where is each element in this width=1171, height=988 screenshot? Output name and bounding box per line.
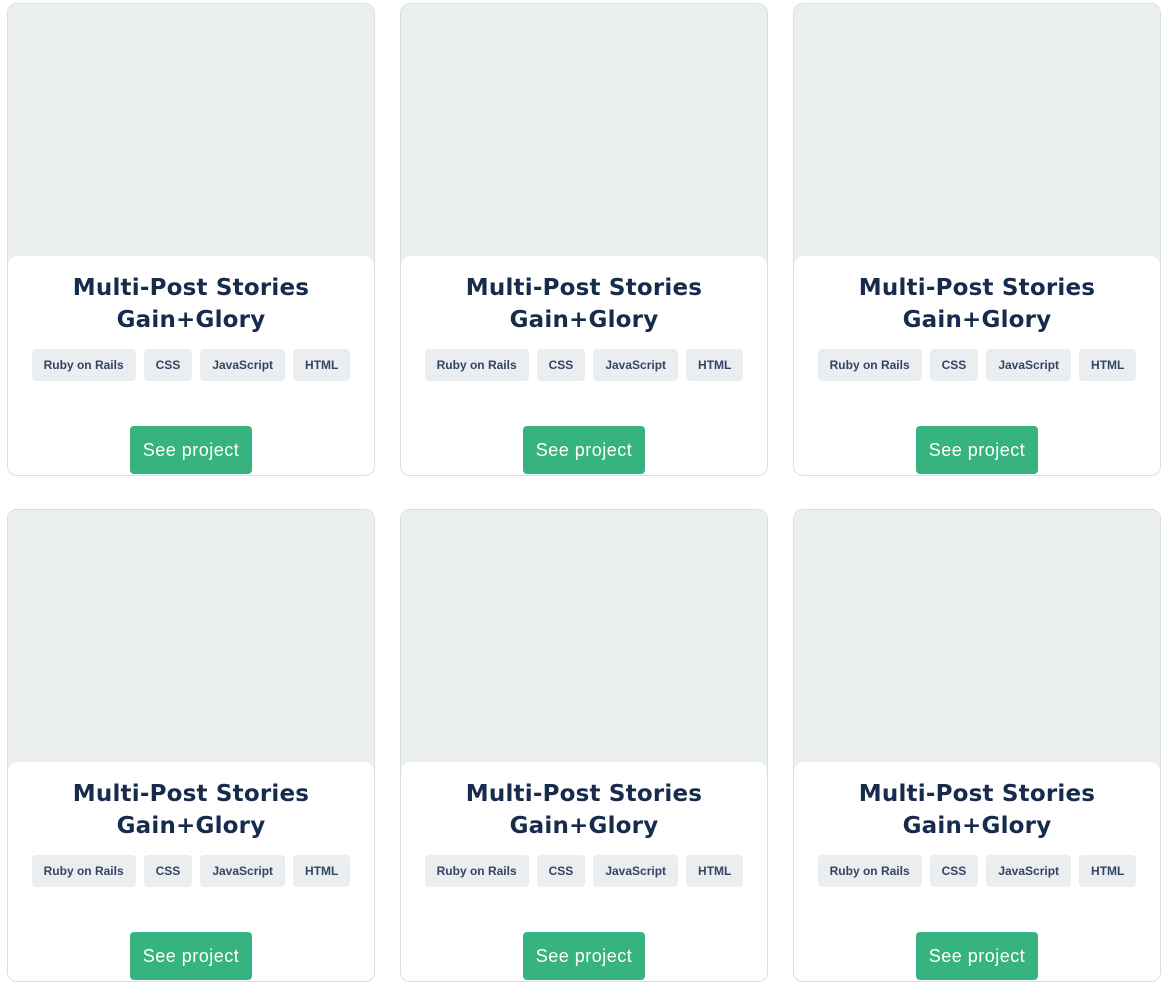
- project-tags: Ruby on Rails CSS JavaScript HTML: [8, 855, 374, 887]
- project-card: Multi-Post Stories Gain+Glory Ruby on Ra…: [7, 509, 375, 982]
- project-card-body: Multi-Post Stories Gain+Glory Ruby on Ra…: [794, 762, 1160, 981]
- tag-html: HTML: [293, 855, 351, 887]
- project-image-placeholder: [794, 510, 1160, 772]
- tag-javascript: JavaScript: [986, 349, 1072, 381]
- tag-ruby-on-rails: Ruby on Rails: [31, 349, 136, 381]
- project-title: Multi-Post Stories Gain+Glory: [858, 781, 1096, 839]
- project-title: Multi-Post Stories Gain+Glory: [465, 781, 703, 839]
- project-card: Multi-Post Stories Gain+Glory Ruby on Ra…: [400, 509, 768, 982]
- tag-css: CSS: [929, 855, 979, 887]
- project-card: Multi-Post Stories Gain+Glory Ruby on Ra…: [793, 509, 1161, 982]
- project-tags: Ruby on Rails CSS JavaScript HTML: [401, 855, 767, 887]
- project-image-placeholder: [8, 510, 374, 772]
- projects-grid: Multi-Post Stories Gain+Glory Ruby on Ra…: [0, 0, 1171, 988]
- project-title: Multi-Post Stories Gain+Glory: [72, 275, 310, 333]
- see-project-button[interactable]: See project: [916, 932, 1038, 980]
- tag-css: CSS: [929, 349, 979, 381]
- project-card: Multi-Post Stories Gain+Glory Ruby on Ra…: [400, 3, 768, 476]
- tag-css: CSS: [143, 349, 193, 381]
- tag-html: HTML: [686, 349, 744, 381]
- project-card-body: Multi-Post Stories Gain+Glory Ruby on Ra…: [794, 256, 1160, 475]
- tag-css: CSS: [536, 855, 586, 887]
- project-title: Multi-Post Stories Gain+Glory: [72, 781, 310, 839]
- tag-ruby-on-rails: Ruby on Rails: [817, 855, 922, 887]
- tag-javascript: JavaScript: [593, 855, 679, 887]
- tag-javascript: JavaScript: [593, 349, 679, 381]
- tag-html: HTML: [293, 349, 351, 381]
- project-card-body: Multi-Post Stories Gain+Glory Ruby on Ra…: [401, 762, 767, 981]
- tag-ruby-on-rails: Ruby on Rails: [424, 855, 529, 887]
- tag-html: HTML: [686, 855, 744, 887]
- tag-javascript: JavaScript: [200, 349, 286, 381]
- tag-ruby-on-rails: Ruby on Rails: [31, 855, 136, 887]
- tag-javascript: JavaScript: [200, 855, 286, 887]
- see-project-button[interactable]: See project: [916, 426, 1038, 474]
- project-card-body: Multi-Post Stories Gain+Glory Ruby on Ra…: [401, 256, 767, 475]
- tag-css: CSS: [143, 855, 193, 887]
- project-card: Multi-Post Stories Gain+Glory Ruby on Ra…: [7, 3, 375, 476]
- see-project-button[interactable]: See project: [130, 932, 252, 980]
- tag-html: HTML: [1079, 349, 1137, 381]
- project-tags: Ruby on Rails CSS JavaScript HTML: [794, 855, 1160, 887]
- project-image-placeholder: [794, 4, 1160, 266]
- project-image-placeholder: [401, 510, 767, 772]
- project-card-body: Multi-Post Stories Gain+Glory Ruby on Ra…: [8, 256, 374, 475]
- project-tags: Ruby on Rails CSS JavaScript HTML: [8, 349, 374, 381]
- project-card: Multi-Post Stories Gain+Glory Ruby on Ra…: [793, 3, 1161, 476]
- see-project-button[interactable]: See project: [523, 932, 645, 980]
- project-tags: Ruby on Rails CSS JavaScript HTML: [794, 349, 1160, 381]
- tag-ruby-on-rails: Ruby on Rails: [424, 349, 529, 381]
- project-tags: Ruby on Rails CSS JavaScript HTML: [401, 349, 767, 381]
- tag-javascript: JavaScript: [986, 855, 1072, 887]
- tag-css: CSS: [536, 349, 586, 381]
- project-image-placeholder: [401, 4, 767, 266]
- tag-html: HTML: [1079, 855, 1137, 887]
- project-image-placeholder: [8, 4, 374, 266]
- tag-ruby-on-rails: Ruby on Rails: [817, 349, 922, 381]
- project-card-body: Multi-Post Stories Gain+Glory Ruby on Ra…: [8, 762, 374, 981]
- see-project-button[interactable]: See project: [523, 426, 645, 474]
- see-project-button[interactable]: See project: [130, 426, 252, 474]
- project-title: Multi-Post Stories Gain+Glory: [858, 275, 1096, 333]
- project-title: Multi-Post Stories Gain+Glory: [465, 275, 703, 333]
